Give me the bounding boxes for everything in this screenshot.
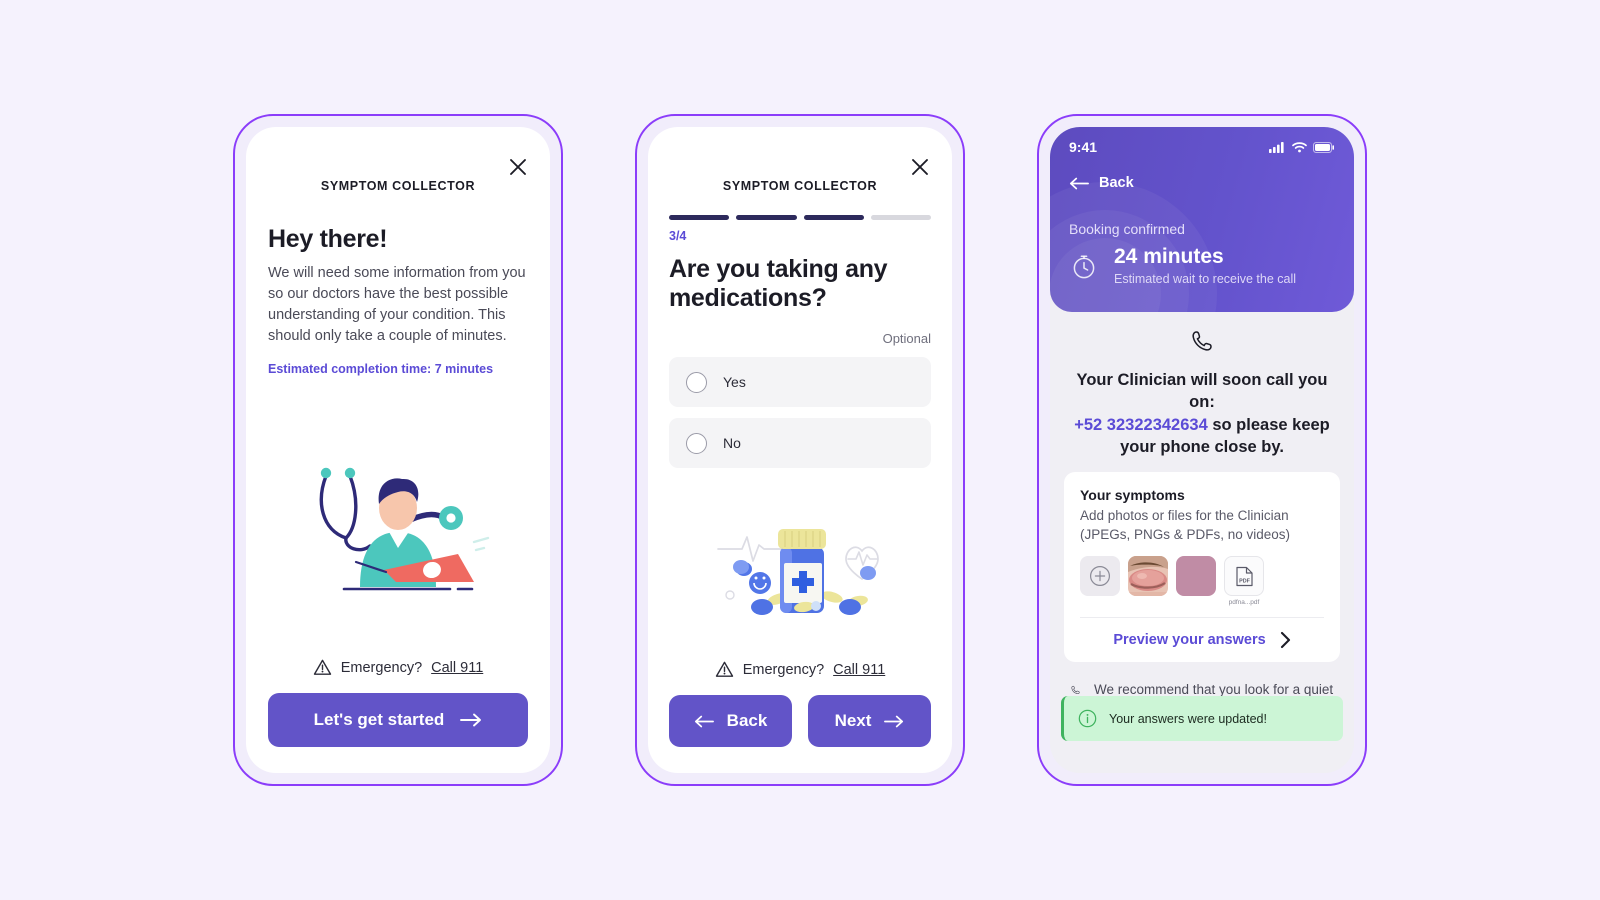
doctor-illustration	[268, 376, 528, 658]
progress-bar	[669, 215, 931, 220]
optional-label: Optional	[882, 331, 931, 346]
arrow-right-icon	[884, 715, 904, 727]
symptoms-title: Your symptoms	[1080, 487, 1185, 504]
medication-illustration	[669, 468, 931, 660]
plus-circle-icon	[1090, 566, 1110, 587]
phone-frame-1: SYMPTOM COLLECTOR Hey there! We will nee…	[233, 114, 563, 786]
question-body: 3/4 Are you taking any medications? Opti…	[648, 193, 952, 773]
emergency-notice: Emergency? Call 911	[268, 658, 528, 677]
attachment-thumbnail-photo-2[interactable]	[1176, 556, 1216, 597]
preview-answers-link[interactable]: Preview your answers	[1080, 618, 1324, 662]
add-attachment-button[interactable]	[1080, 556, 1120, 597]
wait-time-block: 24 minutes Estimated wait to receive the…	[1069, 245, 1335, 286]
back-label: Back	[1099, 175, 1134, 191]
phone-frame-2: SYMPTOM COLLECTOR 3/4 Are you taking any…	[635, 114, 965, 786]
option-label: Yes	[723, 374, 746, 390]
app-title: SYMPTOM COLLECTOR	[320, 179, 476, 193]
clinician-phone-number[interactable]: +52 32322342634	[1074, 416, 1208, 434]
radio-icon[interactable]	[686, 432, 707, 454]
phone-mockup-stage: SYMPTOM COLLECTOR Hey there! We will nee…	[0, 0, 1600, 900]
call-line-1: Your Clinician will soon call you on:	[1076, 371, 1328, 412]
emergency-notice: Emergency? Call 911	[669, 660, 931, 679]
phone-call-icon	[1192, 331, 1212, 351]
screen-question: SYMPTOM COLLECTOR 3/4 Are you taking any…	[648, 127, 952, 773]
call-notice: Your Clinician will soon call you on: +5…	[1064, 312, 1340, 472]
arrow-left-icon	[694, 715, 714, 727]
wifi-icon	[1292, 141, 1307, 152]
battery-icon	[1313, 141, 1334, 153]
stopwatch-icon	[1073, 254, 1095, 278]
eyelid-photo	[1128, 556, 1168, 597]
svg-text:PDF: PDF	[1239, 578, 1250, 584]
pdf-filename: pdfna...pdf	[1228, 599, 1260, 607]
estimated-time-label: Estimated completion time: 7 minutes	[268, 362, 494, 377]
pink-swatch-photo	[1176, 556, 1216, 597]
pdf-icon: PDF	[1235, 566, 1253, 586]
wait-time-caption: Estimated wait to receive the call	[1114, 272, 1297, 286]
next-button[interactable]: Next	[808, 695, 931, 747]
attachment-file[interactable]: PDF pdfna...pdf	[1224, 556, 1264, 606]
option-label: No	[723, 435, 741, 451]
phone-frame-3: 9:41 Back Booking confirmed 24 minutes E…	[1037, 114, 1367, 786]
step-counter: 3/4	[669, 229, 687, 243]
progress-segment	[803, 215, 864, 220]
chevron-right-icon	[1280, 632, 1290, 649]
back-label: Back	[726, 711, 768, 730]
screen-welcome: SYMPTOM COLLECTOR Hey there! We will nee…	[246, 127, 550, 773]
warning-icon	[715, 661, 733, 677]
question-title: Are you taking any medications?	[669, 255, 888, 312]
warning-icon	[313, 659, 331, 675]
progress-segment	[669, 215, 730, 220]
option-no[interactable]: No	[669, 418, 931, 468]
progress-segment	[870, 215, 931, 220]
info-icon	[1078, 709, 1097, 728]
status-time: 9:41	[1069, 139, 1098, 155]
arrow-left-icon	[1069, 177, 1089, 189]
arrow-right-icon	[460, 713, 482, 727]
status-toast: Your answers were updated!	[1061, 696, 1343, 741]
emergency-prefix: Emergency?	[742, 661, 825, 678]
back-button[interactable]: Back	[1069, 175, 1335, 191]
symptoms-subtitle: Add photos or files for the Clinician (J…	[1080, 508, 1291, 542]
toast-message: Your answers were updated!	[1109, 711, 1267, 726]
attachment-list: PDF pdfna...pdf	[1080, 556, 1324, 606]
next-label: Next	[834, 711, 872, 730]
page-title: Hey there!	[268, 225, 388, 253]
status-bar: 9:41	[1069, 127, 1335, 167]
pdf-thumbnail[interactable]: PDF	[1224, 556, 1264, 597]
attachment-thumbnail-photo-1[interactable]	[1128, 556, 1168, 597]
preview-answers-label: Preview your answers	[1113, 632, 1266, 649]
progress-segment	[736, 215, 797, 220]
intro-paragraph: We will need some information from you s…	[268, 265, 526, 345]
back-button[interactable]: Back	[669, 695, 792, 747]
call-instruction: Your Clinician will soon call you on: +5…	[1070, 369, 1334, 458]
welcome-body: Hey there! We will need some information…	[246, 193, 550, 773]
option-yes[interactable]: Yes	[669, 357, 931, 407]
close-icon[interactable]	[910, 157, 930, 177]
booking-header: 9:41 Back Booking confirmed 24 minutes E…	[1050, 127, 1354, 312]
get-started-button[interactable]: Let's get started	[268, 693, 528, 747]
status-icons	[1269, 141, 1335, 153]
symptoms-card: Your symptoms Add photos or files for th…	[1064, 472, 1340, 663]
app-title: SYMPTOM COLLECTOR	[722, 179, 878, 193]
close-icon[interactable]	[508, 157, 528, 177]
call-911-link[interactable]: Call 911	[431, 660, 483, 676]
emergency-prefix: Emergency?	[340, 659, 423, 676]
radio-icon[interactable]	[686, 371, 707, 393]
booking-status: Booking confirmed	[1069, 221, 1185, 237]
wait-time-value: 24 minutes	[1114, 245, 1224, 268]
call-911-link[interactable]: Call 911	[833, 662, 885, 678]
signal-icon	[1269, 141, 1284, 153]
get-started-label: Let's get started	[313, 710, 445, 729]
screen-booking-confirmed: 9:41 Back Booking confirmed 24 minutes E…	[1050, 127, 1354, 773]
navigation-buttons: Back Next	[669, 695, 931, 747]
